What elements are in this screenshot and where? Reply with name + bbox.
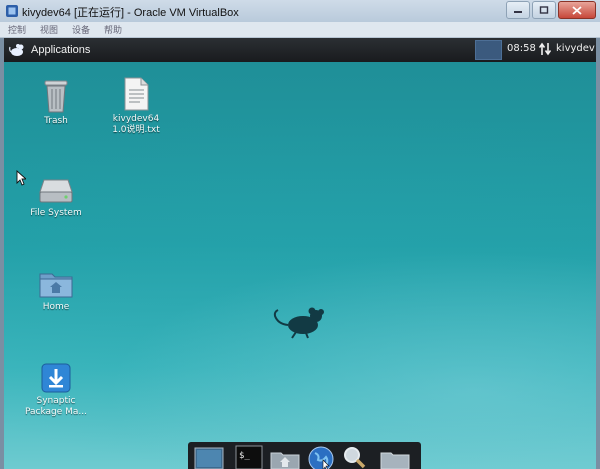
dock-folder[interactable] bbox=[380, 445, 410, 469]
desktop-icon-trash[interactable]: Trash bbox=[16, 78, 96, 127]
applications-menu-button[interactable]: Applications bbox=[9, 41, 90, 59]
desktop-icon-label: Trash bbox=[44, 116, 68, 126]
terminal-icon: $_ bbox=[235, 445, 263, 469]
close-icon bbox=[572, 5, 582, 15]
bottom-dock: $_ bbox=[188, 442, 421, 469]
show-desktop-icon bbox=[194, 447, 224, 469]
xfce-mouse-logo bbox=[273, 307, 324, 339]
text-file-icon bbox=[124, 77, 149, 111]
terminal-prompt-text: $_ bbox=[239, 451, 250, 461]
applications-label: Applications bbox=[31, 44, 91, 56]
menu-item-view[interactable]: 视图 bbox=[40, 23, 58, 36]
menu-item-control[interactable]: 控制 bbox=[8, 23, 26, 36]
close-button[interactable] bbox=[558, 1, 596, 19]
desktop[interactable]: Trash kivydev64 1.0说明.txt File System Ho… bbox=[4, 62, 596, 469]
maximize-button[interactable] bbox=[532, 1, 556, 19]
dock-web-browser[interactable] bbox=[306, 445, 336, 469]
panel-user[interactable]: kivydev bbox=[556, 43, 595, 54]
workspace-switcher[interactable] bbox=[475, 40, 502, 60]
drive-icon bbox=[39, 179, 73, 203]
desktop-icon-home[interactable]: Home bbox=[16, 268, 96, 313]
app-finder-icon bbox=[344, 447, 366, 469]
maximize-icon bbox=[539, 6, 549, 14]
desktop-icon-text-file[interactable]: kivydev64 1.0说明.txt bbox=[96, 76, 176, 136]
xfce-mouse-icon bbox=[9, 44, 24, 56]
menu-item-devices[interactable]: 设备 bbox=[72, 23, 90, 36]
virtualbox-app-icon bbox=[6, 5, 18, 17]
desktop-icon-label: File System bbox=[30, 208, 82, 218]
host-menubar: 控制 视图 设备 帮助 bbox=[0, 22, 600, 38]
desktop-icon-synaptic[interactable]: Synaptic Package Ma... bbox=[16, 362, 96, 418]
desktop-icon-label: kivydev64 1.0说明.txt bbox=[112, 114, 160, 135]
window-controls bbox=[506, 1, 596, 19]
trash-icon bbox=[44, 80, 68, 113]
minimize-icon bbox=[514, 11, 522, 13]
web-browser-icon bbox=[308, 446, 334, 469]
top-panel: Applications 08:58 kivydev bbox=[4, 38, 596, 62]
host-window-title: kivydev64 [正在运行] - Oracle VM VirtualBox bbox=[22, 7, 239, 19]
host-window-titlebar[interactable]: kivydev64 [正在运行] - Oracle VM VirtualBox bbox=[0, 0, 600, 23]
home-folder-icon bbox=[39, 273, 73, 298]
menu-item-help[interactable]: 帮助 bbox=[104, 23, 122, 36]
dock-app-finder[interactable] bbox=[340, 445, 370, 469]
dock-terminal[interactable]: $_ bbox=[234, 445, 264, 469]
mouse-cursor-icon bbox=[16, 170, 26, 186]
desktop-icon-label: Synaptic Package Ma... bbox=[24, 396, 88, 417]
minimize-button[interactable] bbox=[506, 1, 530, 19]
dock-show-desktop[interactable] bbox=[194, 445, 224, 469]
file-manager-icon bbox=[270, 452, 300, 469]
desktop-icon-label: Home bbox=[42, 302, 70, 312]
folder-icon bbox=[380, 452, 410, 469]
desktop-icon-file-system[interactable]: File System bbox=[16, 174, 96, 219]
panel-clock[interactable]: 08:58 bbox=[507, 43, 536, 54]
synaptic-icon bbox=[41, 363, 71, 393]
network-arrows-icon[interactable] bbox=[539, 42, 551, 56]
dock-file-manager[interactable] bbox=[270, 445, 300, 469]
